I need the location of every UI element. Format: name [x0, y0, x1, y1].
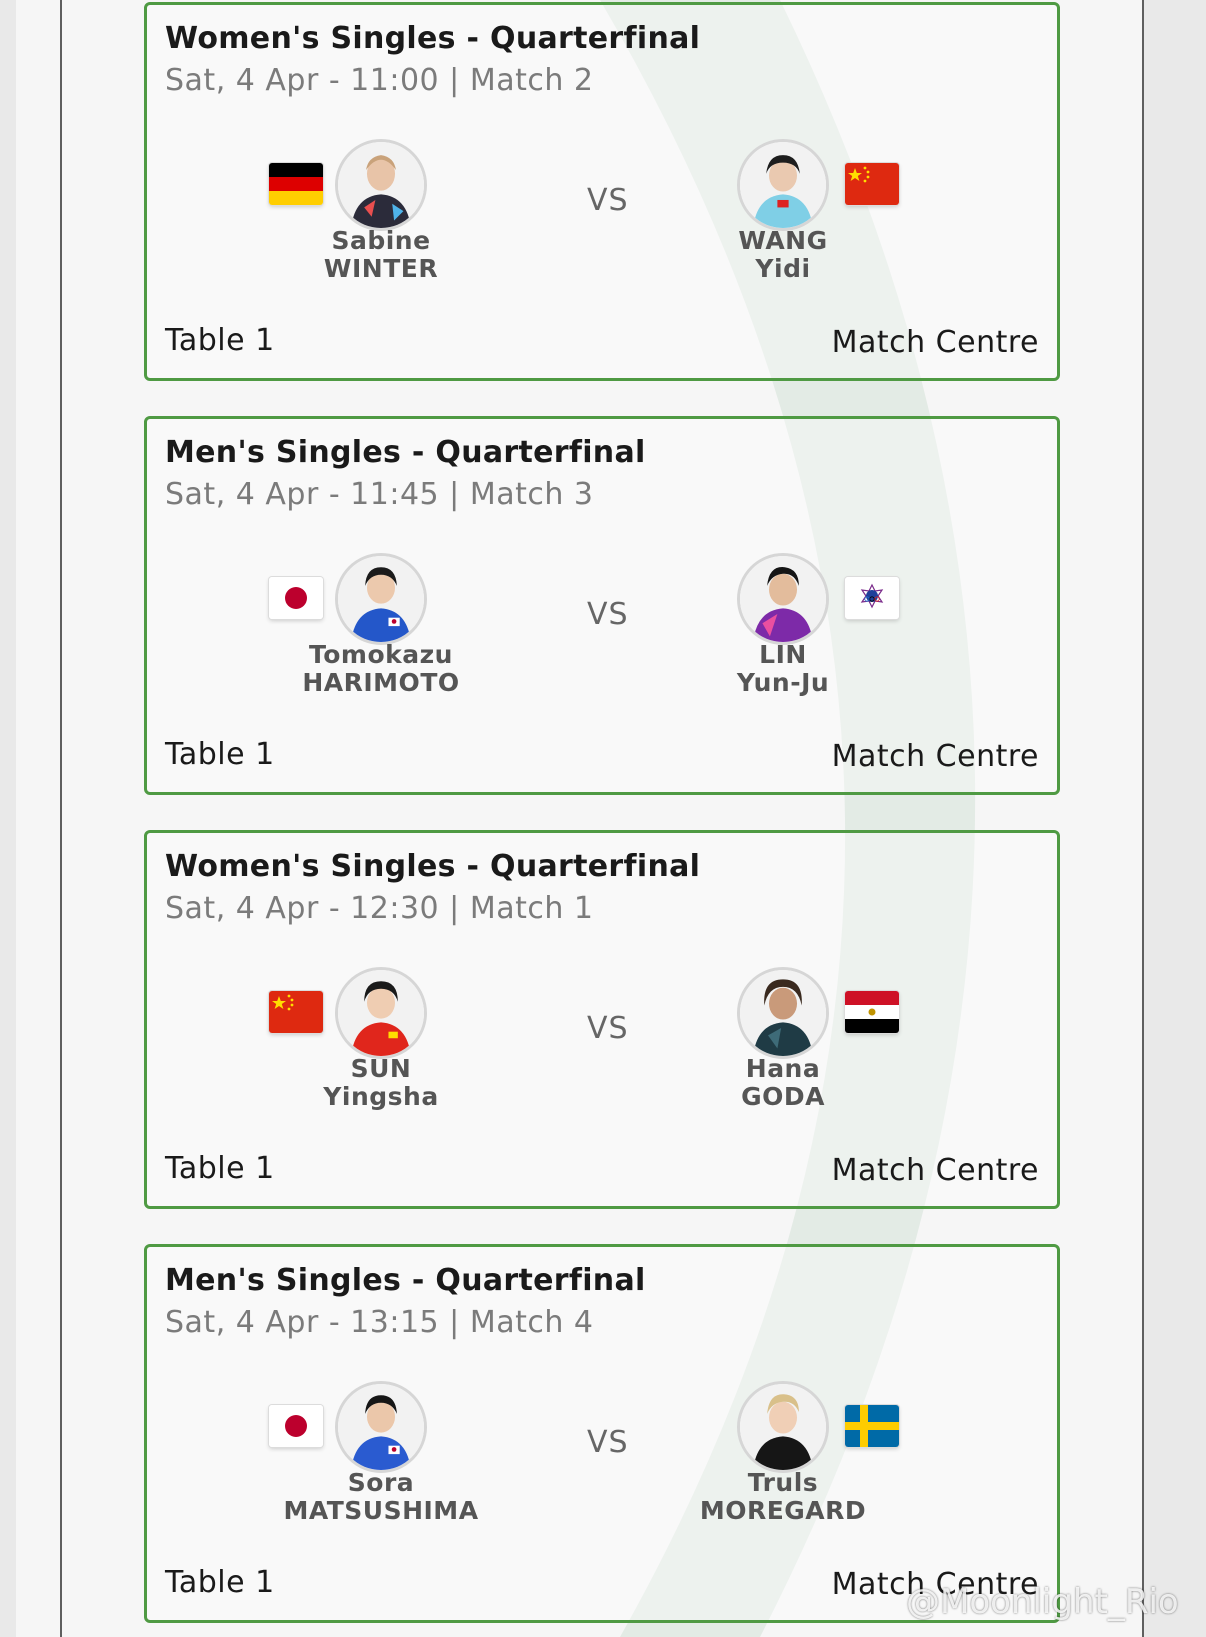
player-photo[interactable] [737, 967, 829, 1059]
match-schedule: Sat, 4 Apr - 13:15 | Match 4 [165, 1305, 594, 1340]
china-flag-icon [845, 163, 899, 205]
match-schedule: Sat, 4 Apr - 12:30 | Match 1 [165, 891, 594, 926]
player-last-name: GODA [741, 1082, 825, 1111]
player-photo[interactable] [335, 139, 427, 231]
vs-label: VS [587, 597, 629, 632]
match-title: Men's Singles - Quarterfinal [165, 1263, 646, 1298]
match-card[interactable]: Men's Singles - Quarterfinal Sat, 4 Apr … [144, 416, 1060, 795]
player-first-name: Truls [747, 1468, 819, 1497]
sweden-flag-icon [845, 1405, 899, 1447]
table-label: Table 1 [165, 1151, 275, 1186]
germany-flag-icon [269, 163, 323, 205]
match-schedule: Sat, 4 Apr - 11:00 | Match 2 [165, 63, 594, 98]
player-last-name: WINTER [323, 254, 439, 283]
player-first-name: Hana [745, 1054, 821, 1083]
match-title: Men's Singles - Quarterfinal [165, 435, 646, 470]
vs-label: VS [587, 1425, 629, 1460]
player-first-name: LIN [759, 640, 807, 669]
match-schedule: Sat, 4 Apr - 11:45 | Match 3 [165, 477, 594, 512]
left-border [60, 0, 62, 1637]
match-centre-link[interactable]: Match Centre [832, 739, 1039, 774]
match-card[interactable]: Women's Singles - Quarterfinal Sat, 4 Ap… [144, 2, 1060, 381]
table-label: Table 1 [165, 737, 275, 772]
player-last-name: Yun-Ju [736, 668, 830, 697]
player-photo[interactable] [737, 553, 829, 645]
player-name: SUN Yingsha [261, 1055, 501, 1111]
player-photo[interactable] [737, 1381, 829, 1473]
player-name: Tomokazu HARIMOTO [261, 641, 501, 697]
player-name: Truls MOREGARD [663, 1469, 903, 1525]
vs-label: VS [587, 183, 629, 218]
player-first-name: Sabine [331, 226, 431, 255]
watermark: @Moonlight_Rio [906, 1582, 1179, 1622]
chinese-taipei-flag-icon [845, 577, 899, 619]
japan-flag-icon [269, 577, 323, 619]
player-last-name: HARIMOTO [302, 668, 460, 697]
match-centre-link[interactable]: Match Centre [832, 1153, 1039, 1188]
match-card[interactable]: Women's Singles - Quarterfinal Sat, 4 Ap… [144, 830, 1060, 1209]
player-first-name: Tomokazu [309, 640, 453, 669]
japan-flag-icon [269, 1405, 323, 1447]
player-photo[interactable] [335, 967, 427, 1059]
player-last-name: Yingsha [323, 1082, 439, 1111]
table-label: Table 1 [165, 1565, 275, 1600]
player-last-name: MOREGARD [699, 1496, 867, 1525]
table-label: Table 1 [165, 323, 275, 358]
player-last-name: Yidi [755, 254, 811, 283]
china-flag-icon [269, 991, 323, 1033]
player-photo[interactable] [335, 1381, 427, 1473]
player-first-name: WANG [738, 226, 828, 255]
match-centre-link[interactable]: Match Centre [832, 325, 1039, 360]
player-first-name: Sora [347, 1468, 415, 1497]
player-photo[interactable] [335, 553, 427, 645]
player-name: Sabine WINTER [261, 227, 501, 283]
egypt-flag-icon [845, 991, 899, 1033]
match-title: Women's Singles - Quarterfinal [165, 849, 701, 884]
player-photo[interactable] [737, 139, 829, 231]
player-name: Hana GODA [663, 1055, 903, 1111]
match-card[interactable]: Men's Singles - Quarterfinal Sat, 4 Apr … [144, 1244, 1060, 1623]
right-border [1142, 0, 1144, 1637]
vs-label: VS [587, 1011, 629, 1046]
player-name: Sora MATSUSHIMA [261, 1469, 501, 1525]
player-last-name: MATSUSHIMA [283, 1496, 479, 1525]
match-title: Women's Singles - Quarterfinal [165, 21, 701, 56]
player-name: LIN Yun-Ju [663, 641, 903, 697]
player-first-name: SUN [350, 1054, 412, 1083]
player-name: WANG Yidi [663, 227, 903, 283]
